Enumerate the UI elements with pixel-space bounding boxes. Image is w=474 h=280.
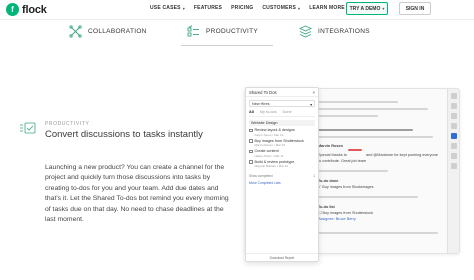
- move-completed-link[interactable]: Move Completed Lists: [249, 181, 315, 185]
- tab-label: INTEGRATIONS: [318, 28, 370, 35]
- tab-collaboration[interactable]: COLLABORATION: [69, 25, 147, 38]
- nav-pricing[interactable]: PRICING: [231, 5, 253, 11]
- todo-checkbox[interactable]: [249, 160, 253, 164]
- todo-item[interactable]: Build & review prototype Mayank Bukhan •…: [249, 160, 315, 168]
- todo-meta: Hailey Potter • Mar 11: [254, 153, 284, 158]
- popup-header: Shared To Dos ×: [246, 88, 318, 97]
- todo-meta: Mayank Bukhan • Mar 12: [254, 164, 289, 168]
- nav-learn-more[interactable]: LEARN MORE ▾: [309, 5, 349, 11]
- tab-all[interactable]: All: [249, 110, 254, 114]
- todo-list-label: Buy images from Shutterstock: [322, 211, 374, 215]
- top-navigation-bar: f flock USE CASES ▾ FEATURES PRICING CUS…: [0, 0, 474, 20]
- chat-message-continued: to contribute. Great job team: [318, 159, 367, 163]
- completed-count: 1: [313, 174, 315, 178]
- todo-checkbox[interactable]: [249, 128, 253, 132]
- nav-label: LEARN MORE: [309, 5, 345, 11]
- chat-message: Special thanks to and @Marianne for kept…: [318, 149, 443, 158]
- tab-integrations[interactable]: INTEGRATIONS: [299, 25, 370, 38]
- nav-customers[interactable]: CUSTOMERS ▾: [262, 5, 300, 11]
- list-select[interactable]: New Hires ▾: [249, 100, 315, 107]
- chat-placeholder-line: [318, 170, 388, 172]
- chat-placeholder-line: [318, 129, 413, 131]
- chevron-down-icon: ▾: [298, 5, 301, 11]
- tab-label: COLLABORATION: [88, 28, 147, 35]
- todo-meta: Karen Jones • Mar 14: [254, 132, 284, 137]
- tab-label: PRODUCTIVITY: [206, 28, 258, 35]
- section-description: Launching a new product? You can create …: [45, 164, 229, 224]
- chat-placeholder-line: [318, 108, 428, 110]
- chat-message-part: and @Marianne for kept pushing everyone: [366, 153, 438, 157]
- app-right-rail: [447, 89, 459, 253]
- chat-placeholder-line: [318, 136, 433, 138]
- try-demo-label: TRY A DEMO: [349, 5, 381, 12]
- rail-icon[interactable]: [450, 163, 457, 169]
- todo-meta: Marvin Rosen • Mar 10: [254, 143, 286, 147]
- rail-icon[interactable]: [450, 113, 457, 119]
- nav-use-cases[interactable]: USE CASES ▾: [150, 5, 185, 11]
- feature-tabs: COLLABORATION PRODUCTIVITY INTEGRATIONS: [0, 22, 474, 47]
- rail-icon[interactable]: [450, 123, 457, 129]
- popup-title: Shared To Dos: [249, 90, 277, 95]
- collaboration-icon: [69, 25, 82, 38]
- chat-placeholder-line: [318, 115, 378, 117]
- rail-icon[interactable]: [450, 143, 457, 149]
- chevron-down-icon: ▾: [382, 6, 385, 11]
- todo-group-header: Website Design: [249, 120, 315, 126]
- productivity-section-icon: [19, 121, 37, 135]
- sign-in-button[interactable]: SIGN IN: [399, 2, 431, 15]
- rail-icon[interactable]: [450, 103, 457, 109]
- tab-done[interactable]: Done: [283, 110, 292, 114]
- todo-item[interactable]: Review layout & designs Karen Jones • Ma…: [249, 128, 315, 137]
- chat-area: Marvin Rosen Special thanks to and @Mari…: [318, 93, 443, 248]
- shared-todos-popup: Shared To Dos × New Hires ▾ All My to-do…: [245, 87, 319, 262]
- todo-rail-icon[interactable]: [450, 133, 457, 139]
- mention-highlight: [347, 149, 362, 151]
- todo-done-label: Buy images from Stockimages: [322, 185, 374, 189]
- download-report-button[interactable]: Download Report: [246, 253, 318, 261]
- nav-label: USE CASES: [150, 5, 181, 11]
- list-select-value: New Hires: [252, 102, 270, 106]
- chevron-down-icon: ▾: [182, 5, 185, 11]
- integrations-icon: [299, 25, 312, 38]
- active-tab-indicator: [181, 45, 273, 46]
- nav-label: CUSTOMERS: [262, 5, 297, 11]
- main-nav: USE CASES ▾ FEATURES PRICING CUSTOMERS ▾…: [150, 5, 358, 11]
- todo-item[interactable]: Buy images from Shutterstock Marvin Rose…: [249, 139, 315, 147]
- chat-placeholder-line: [318, 196, 418, 198]
- show-completed-row[interactable]: Show completed 1: [249, 174, 315, 178]
- todo-assignee: Assignee: Bruce Berry: [318, 217, 356, 221]
- tab-productivity[interactable]: PRODUCTIVITY: [187, 25, 258, 38]
- section-heading: Convert discussions to tasks instantly: [45, 129, 203, 140]
- nav-label: FEATURES: [193, 5, 223, 11]
- todo-item[interactable]: Create content Hailey Potter • Mar 11: [249, 149, 315, 158]
- todo-checkbox[interactable]: [249, 139, 253, 143]
- todo-checkbox[interactable]: [249, 149, 253, 153]
- todo-title: Review layout & designs: [254, 128, 295, 132]
- nav-features[interactable]: FEATURES: [194, 5, 222, 11]
- close-icon[interactable]: ×: [313, 90, 315, 95]
- tab-my-todos[interactable]: My to-dos: [260, 110, 277, 114]
- chat-message-part: Special thanks to: [318, 153, 347, 157]
- section-label: PRODUCTIVITY: [45, 121, 90, 127]
- rail-icon[interactable]: [450, 153, 457, 159]
- todo-done-text: ✓ Buy images from Stockimages: [318, 184, 443, 190]
- nav-label: PRICING: [231, 5, 254, 11]
- productivity-icon: [187, 25, 200, 38]
- show-completed-label: Show completed: [249, 174, 273, 178]
- chat-placeholder-line: [318, 101, 398, 103]
- chevron-down-icon: ▾: [310, 103, 312, 107]
- message-input-placeholder: [318, 232, 438, 234]
- flock-logo-icon: f: [6, 3, 19, 16]
- logo-text: flock: [22, 3, 47, 16]
- rail-icon[interactable]: [450, 93, 457, 99]
- try-demo-button[interactable]: TRY A DEMO ▾: [346, 2, 388, 15]
- flock-logo[interactable]: f flock: [6, 3, 47, 16]
- popup-filter-tabs: All My to-dos Done: [249, 110, 315, 117]
